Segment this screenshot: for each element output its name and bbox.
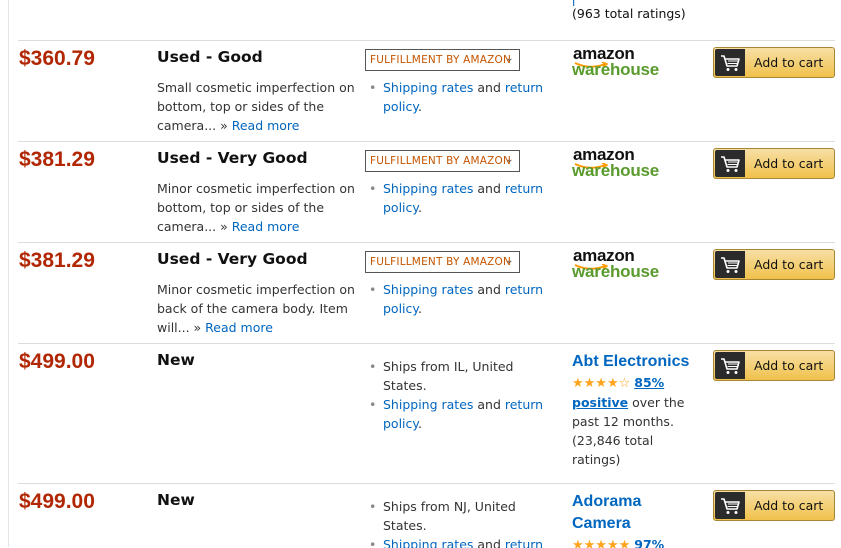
ships-from-text: Ships from NJ, United States. <box>383 499 516 533</box>
seller-name-link[interactable]: Adorama Camera <box>572 491 700 535</box>
positive-percent-link[interactable]: 97% <box>634 537 664 548</box>
offer-row: $499.00 New Ships from NJ, United States… <box>18 483 835 548</box>
fulfillment-by-amazon-dropdown[interactable]: FULFILLMENT BY AMAZON ⌄ <box>365 49 520 71</box>
list-item: Ships from IL, United States. <box>365 357 555 395</box>
list-item: Shipping rates and return policy. <box>365 535 555 548</box>
offer-price: $360.79 <box>19 47 95 70</box>
add-to-cart-button[interactable]: Add to cart <box>713 249 835 280</box>
chevron-down-icon: ⌄ <box>505 154 514 165</box>
amazon-warehouse-logo[interactable]: amazon warehouse <box>572 145 682 185</box>
shopping-cart-icon <box>715 49 745 76</box>
read-more-link[interactable]: Read more <box>205 320 273 335</box>
shipping-rates-link[interactable]: Shipping rates <box>383 537 473 548</box>
offer-price: $499.00 <box>19 490 95 513</box>
amazon-warehouse-logo[interactable]: amazon warehouse <box>572 246 682 286</box>
add-to-cart-label: Add to cart <box>754 358 824 373</box>
condition-description: Minor cosmetic imperfection on bottom, t… <box>157 181 355 234</box>
offer-price: $499.00 <box>19 350 95 373</box>
read-more-link[interactable]: Read more <box>232 219 300 234</box>
offer-condition: Used - Very Good <box>157 149 308 167</box>
add-to-cart-label: Add to cart <box>754 156 824 171</box>
offer-price: $381.29 <box>19 249 95 272</box>
shipping-info-list: Shipping rates and return policy. <box>365 179 555 217</box>
shipping-info-list: Shipping rates and return policy. <box>365 78 555 116</box>
offer-row: $499.00 New Ships from IL, United States… <box>18 343 835 483</box>
list-item: Shipping rates and return policy. <box>365 280 555 318</box>
shipping-rates-link[interactable]: Shipping rates <box>383 282 473 297</box>
list-item: Shipping rates and return policy. <box>365 179 555 217</box>
condition-description: Small cosmetic imperfection on bottom, t… <box>157 80 355 133</box>
seller-name-link[interactable]: Abt Electronics <box>572 351 700 373</box>
condition-description: Minor cosmetic imperfection on back of t… <box>157 282 355 335</box>
add-to-cart-label: Add to cart <box>754 257 824 272</box>
add-to-cart-button[interactable]: Add to cart <box>713 148 835 179</box>
offer-row: $381.29 Used - Very Good Minor cosmetic … <box>18 242 835 343</box>
shopping-cart-icon <box>715 352 745 379</box>
previous-seller-link-fragment[interactable]: l <box>572 0 575 9</box>
positive-percent-link[interactable]: 85% <box>634 375 664 390</box>
page-left-border <box>8 0 9 547</box>
add-to-cart-button[interactable]: Add to cart <box>713 490 835 521</box>
previous-seller-ratings: l (963 total ratings) <box>572 0 686 21</box>
shipping-rates-link[interactable]: Shipping rates <box>383 80 473 95</box>
shopping-cart-icon <box>715 492 745 519</box>
add-to-cart-button[interactable]: Add to cart <box>713 350 835 381</box>
total-ratings-text: (23,846 total ratings) <box>572 433 654 467</box>
offer-row: $381.29 Used - Very Good Minor cosmetic … <box>18 141 835 242</box>
shopping-cart-icon <box>715 251 745 278</box>
read-more-link[interactable]: Read more <box>232 118 300 133</box>
offer-price: $381.29 <box>19 148 95 171</box>
offer-condition: Used - Good <box>157 48 263 66</box>
star-rating-icon: ★★★★☆ <box>572 376 631 391</box>
add-to-cart-button[interactable]: Add to cart <box>713 47 835 78</box>
offer-condition: New <box>157 351 195 369</box>
shopping-cart-icon <box>715 150 745 177</box>
list-item: Shipping rates and return policy. <box>365 395 555 433</box>
offer-row: $360.79 Used - Good Small cosmetic imper… <box>18 40 835 141</box>
add-to-cart-label: Add to cart <box>754 498 824 513</box>
fulfillment-by-amazon-dropdown[interactable]: FULFILLMENT BY AMAZON ⌄ <box>365 251 520 273</box>
list-item: Ships from NJ, United States. <box>365 497 555 535</box>
seller-rating-info: ★★★★★ 97% <box>572 535 697 548</box>
add-to-cart-label: Add to cart <box>754 55 824 70</box>
shipping-rates-link[interactable]: Shipping rates <box>383 397 473 412</box>
chevron-down-icon: ⌄ <box>505 53 514 64</box>
offer-condition: Used - Very Good <box>157 250 308 268</box>
shipping-rates-link[interactable]: Shipping rates <box>383 181 473 196</box>
shipping-info-list: Ships from IL, United States. Shipping r… <box>365 357 555 433</box>
seller-rating-info: ★★★★☆ 85% positive over the past 12 mont… <box>572 375 685 467</box>
list-item: Shipping rates and return policy. <box>365 78 555 116</box>
ships-from-text: Ships from IL, United States. <box>383 359 514 393</box>
offer-condition: New <box>157 491 195 509</box>
amazon-warehouse-logo[interactable]: amazon warehouse <box>572 44 682 84</box>
fulfillment-by-amazon-dropdown[interactable]: FULFILLMENT BY AMAZON ⌄ <box>365 150 520 172</box>
shipping-info-list: Shipping rates and return policy. <box>365 280 555 318</box>
shipping-info-list: Ships from NJ, United States. Shipping r… <box>365 497 555 548</box>
positive-link[interactable]: positive <box>572 395 628 410</box>
chevron-down-icon: ⌄ <box>505 255 514 266</box>
